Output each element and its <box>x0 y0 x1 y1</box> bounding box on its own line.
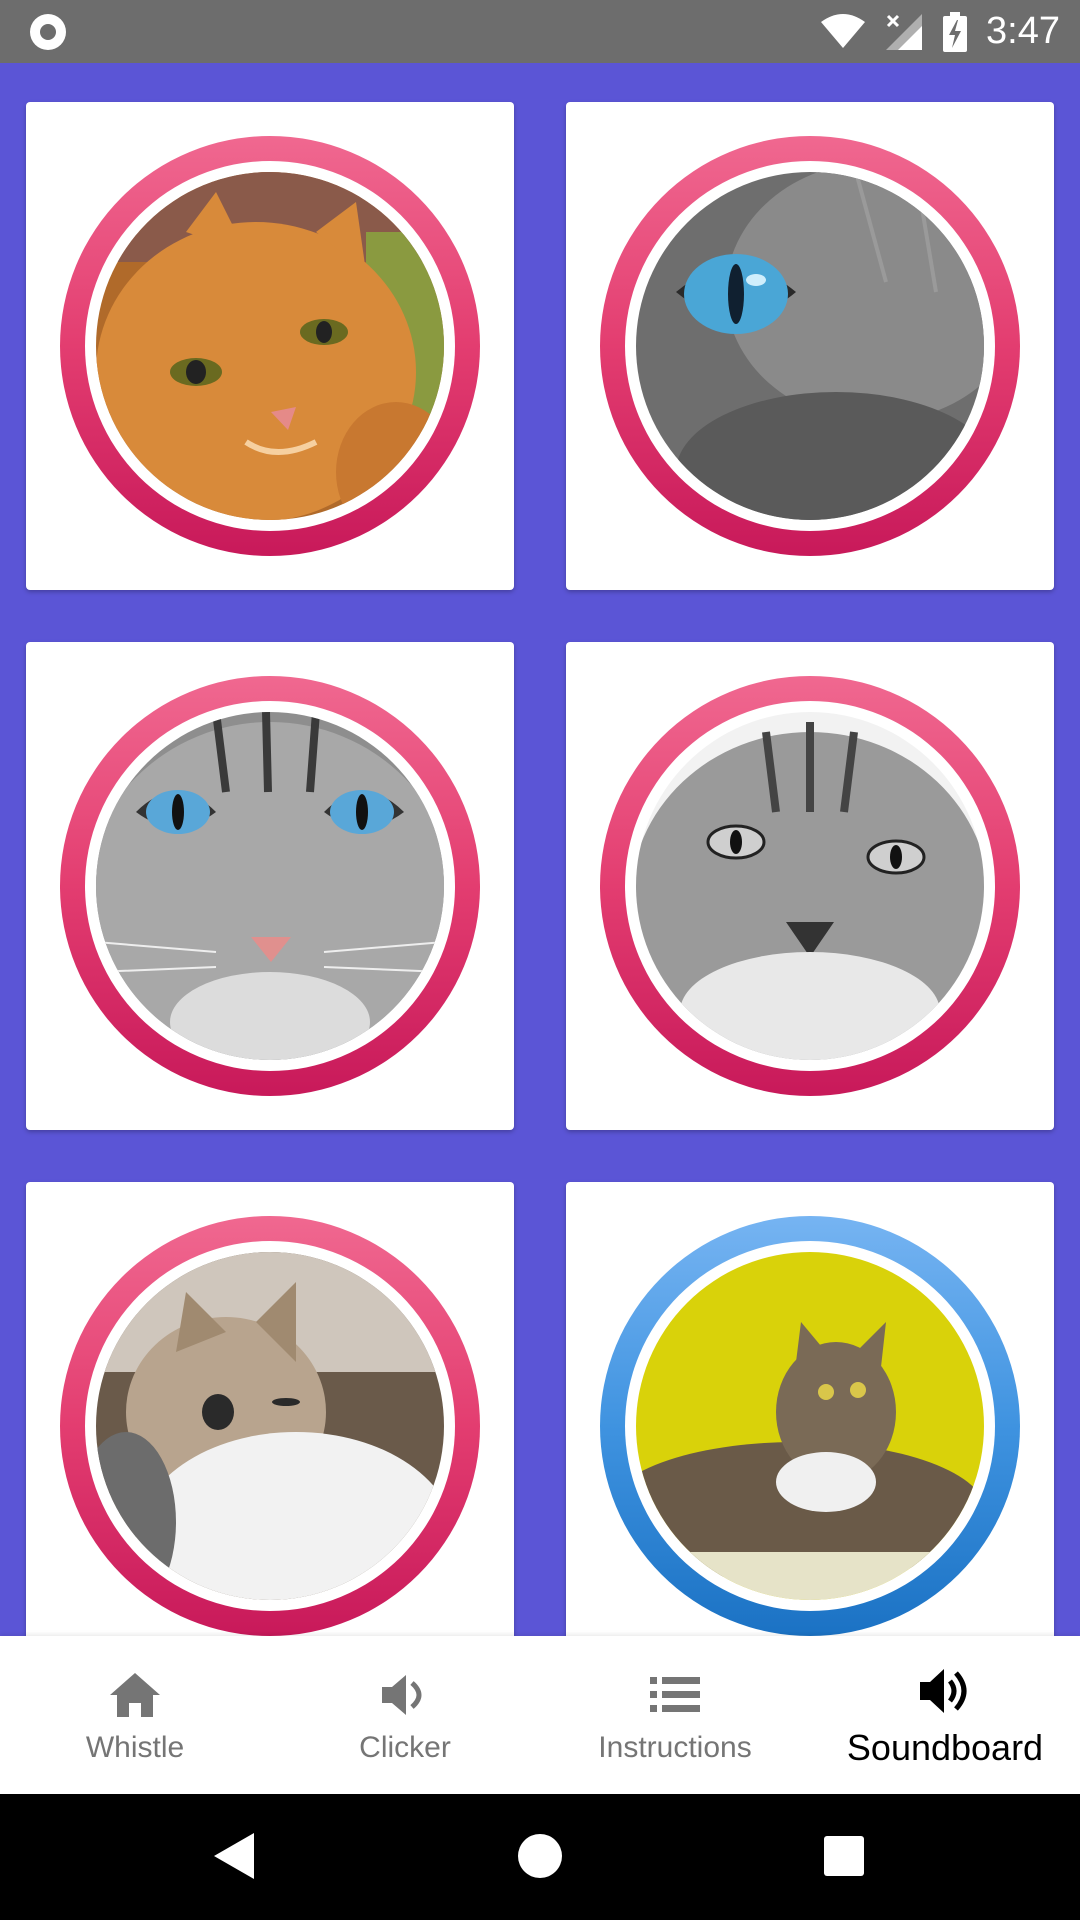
bottom-navigation: Whistle Clicker Instructions Soundboard <box>0 1636 1080 1794</box>
status-icons: 3:47 <box>820 0 1060 63</box>
home-button-icon[interactable] <box>518 1834 562 1878</box>
cat-photo-yellow-bg-tabby <box>636 1252 984 1600</box>
nav-item-whistle[interactable]: Whistle <box>0 1636 270 1794</box>
back-icon[interactable] <box>212 1831 256 1881</box>
volume-icon <box>375 1665 435 1725</box>
notification-ring-icon <box>30 14 66 50</box>
volume-loud-icon <box>915 1661 975 1721</box>
nav-item-clicker[interactable]: Clicker <box>270 1636 540 1794</box>
list-icon <box>645 1665 705 1725</box>
sound-card-bw-tabby-cat[interactable] <box>566 642 1054 1130</box>
recent-apps-icon[interactable] <box>824 1836 864 1876</box>
wifi-icon <box>821 13 866 48</box>
sound-card-orange-tabby-cat[interactable] <box>26 102 514 590</box>
status-bar: 3:47 <box>0 0 1080 63</box>
cat-photo-orange-tabby <box>96 172 444 520</box>
signal-icon <box>886 13 923 50</box>
battery-charging-icon <box>943 11 968 52</box>
sound-button-ring <box>600 1216 1020 1636</box>
nav-item-instructions[interactable]: Instructions <box>540 1636 810 1794</box>
sound-button-ring <box>600 676 1020 1096</box>
cat-photo-bw-tabby <box>636 712 984 1060</box>
nav-label: Instructions <box>598 1731 752 1764</box>
clock: 3:47 <box>986 10 1060 52</box>
nav-label: Soundboard <box>846 1727 1044 1768</box>
cat-photo-blue-eye-gray <box>636 172 984 520</box>
sound-button-ring <box>600 136 1020 556</box>
sound-button-ring <box>60 1216 480 1636</box>
cat-photo-kitten <box>96 1252 444 1600</box>
sound-card-blue-eyed-tabby-cat[interactable] <box>26 642 514 1130</box>
home-icon <box>105 1665 165 1725</box>
sound-card-yellow-bg-tabby-cat[interactable] <box>566 1182 1054 1636</box>
sound-card-blue-eye-gray-cat[interactable] <box>566 102 1054 590</box>
nav-label: Whistle <box>85 1731 185 1764</box>
sound-button-ring <box>60 136 480 556</box>
cat-photo-blue-eyed-tabby <box>96 712 444 1060</box>
nav-label: Clicker <box>359 1731 451 1764</box>
soundboard-grid <box>0 63 1080 1636</box>
sound-card-kitten[interactable] <box>26 1182 514 1636</box>
nav-item-soundboard[interactable]: Soundboard <box>810 1636 1080 1794</box>
system-navigation-bar <box>0 1794 1080 1920</box>
sound-button-ring <box>60 676 480 1096</box>
